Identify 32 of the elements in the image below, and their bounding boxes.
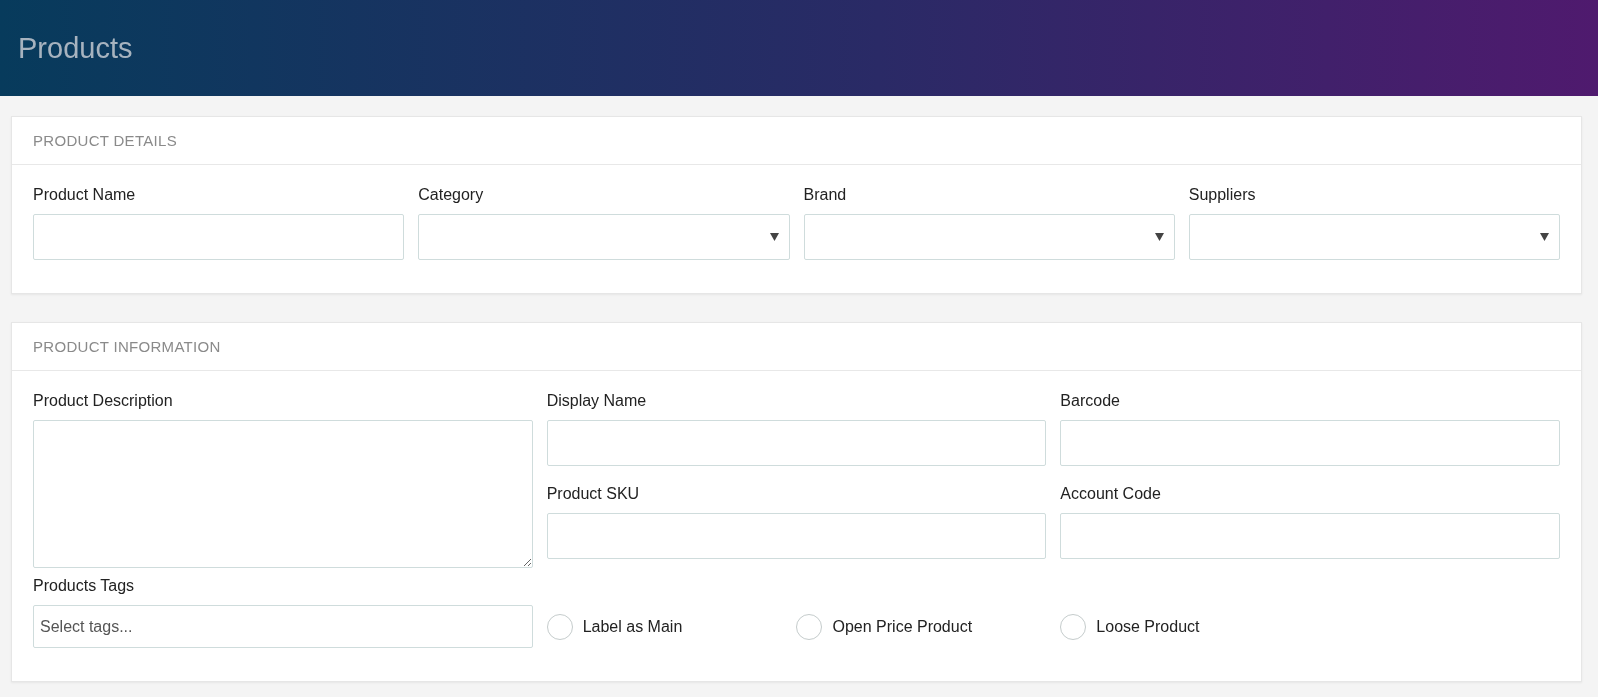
radio-button[interactable]: [546, 613, 573, 640]
field-label: Suppliers: [1188, 185, 1257, 205]
field-label: Product Description: [33, 391, 174, 411]
select-field[interactable]: [418, 214, 790, 260]
section-title: PRODUCT DETAILS: [33, 132, 177, 149]
field-label: Product SKU: [546, 484, 641, 504]
field-label: Display Name: [546, 391, 648, 411]
input-field[interactable]: [33, 214, 405, 260]
caret-icon: [769, 233, 779, 241]
radio-label: Loose Product: [1096, 617, 1200, 636]
select-field[interactable]: [803, 214, 1175, 260]
input-field[interactable]: [546, 513, 1047, 559]
field-label: Account Code: [1060, 484, 1162, 504]
caret-icon: [1154, 233, 1164, 241]
input-field[interactable]: [1060, 420, 1560, 466]
radio-button[interactable]: [796, 613, 823, 640]
radio-button[interactable]: [1060, 613, 1087, 640]
radio-label: Open Price Product: [832, 617, 973, 636]
select-field[interactable]: [1188, 214, 1560, 260]
input-field[interactable]: [546, 420, 1047, 466]
page-title: Products: [18, 31, 133, 65]
field-label: Category: [418, 185, 485, 205]
field-label: Product Name: [33, 185, 137, 205]
field-label: Barcode: [1060, 391, 1121, 411]
tags-input-field[interactable]: Select tags...: [33, 605, 533, 648]
textarea-field[interactable]: [33, 420, 533, 568]
input-field[interactable]: [1060, 513, 1560, 559]
field-label: Products Tags: [33, 576, 136, 596]
caret-icon: [1540, 233, 1549, 241]
section-title: PRODUCT INFORMATION: [33, 338, 221, 355]
field-label: Brand: [803, 185, 848, 205]
radio-label: Label as Main: [582, 617, 683, 636]
